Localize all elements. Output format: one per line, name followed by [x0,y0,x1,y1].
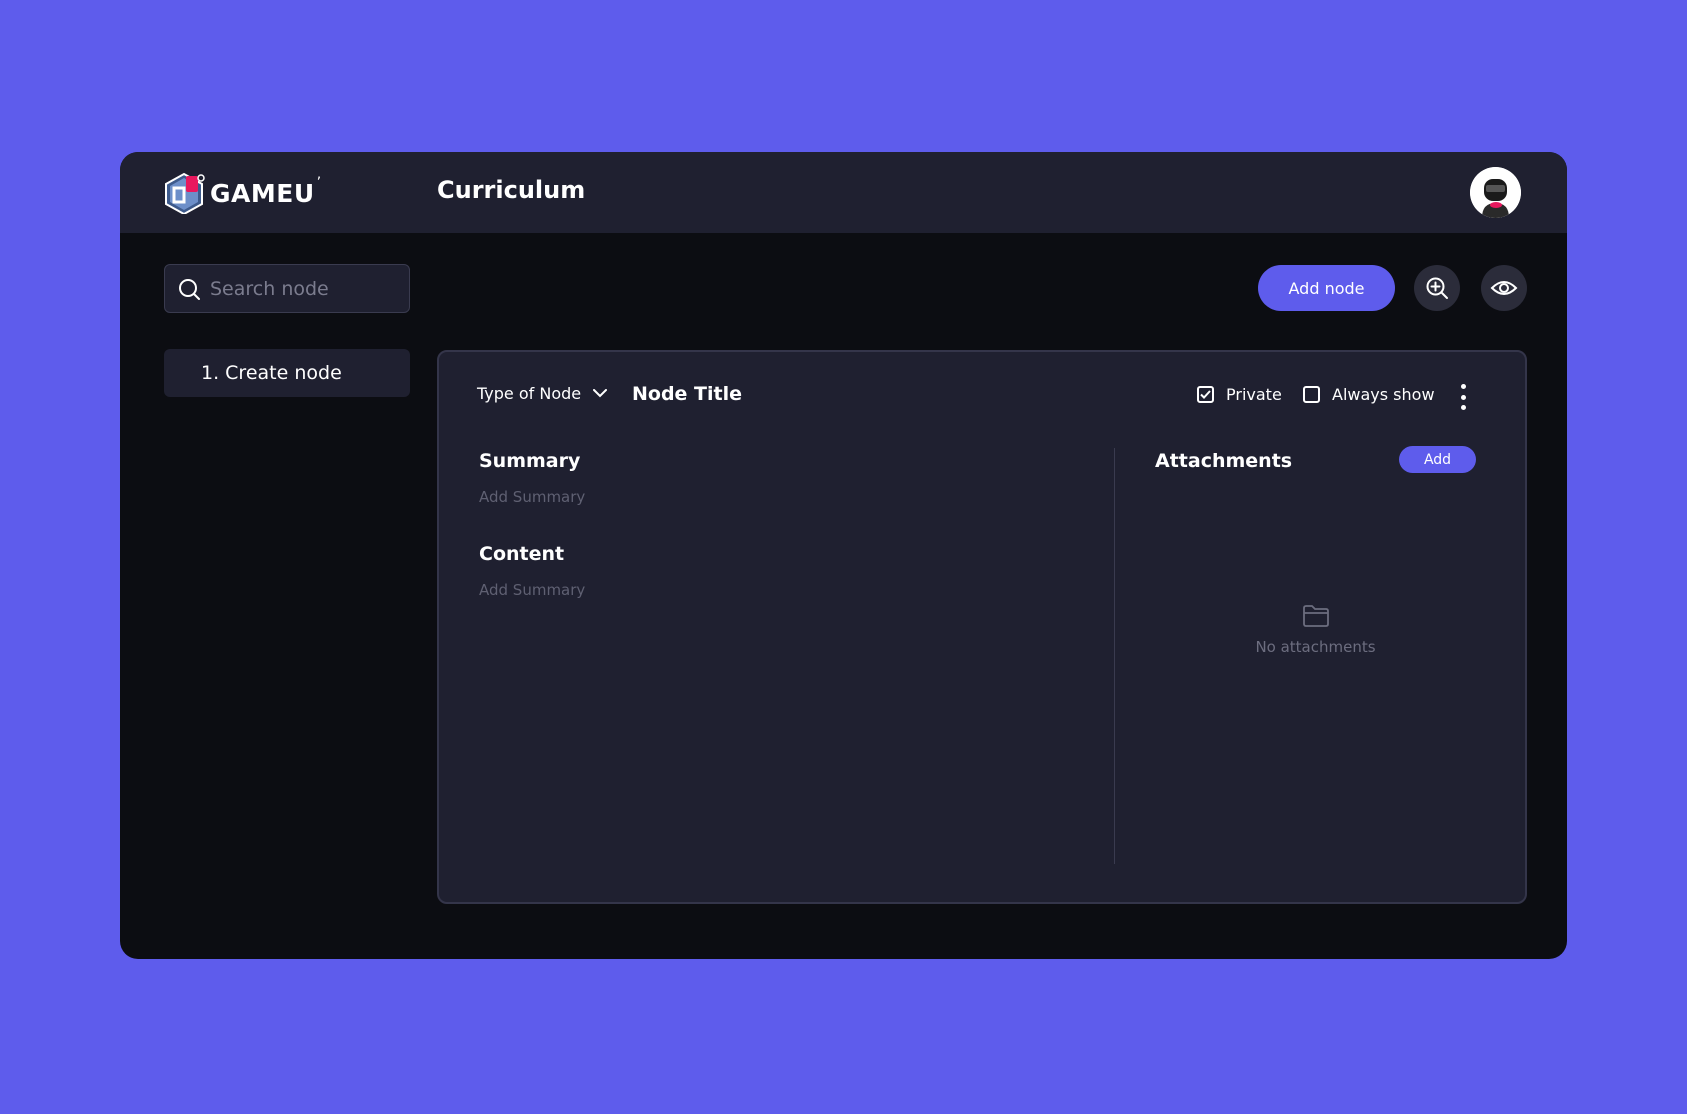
add-attachment-button[interactable]: Add [1399,446,1476,473]
add-node-button[interactable]: Add node [1258,265,1395,311]
always-show-checkbox-box[interactable] [1303,386,1320,403]
private-label: Private [1226,385,1282,404]
private-checkbox[interactable]: Private [1197,385,1282,404]
user-avatar[interactable] [1470,167,1521,218]
attachments-empty-state: No attachments [1155,604,1476,656]
top-bar: GAMEU ’ Curriculum [120,152,1567,233]
attachments-heading: Attachments [1155,450,1293,472]
eye-icon [1490,281,1518,295]
checkmark-icon [1200,390,1211,399]
app-window: GAMEU ’ Curriculum 1. Create node Add no… [120,152,1567,959]
node-title-field[interactable]: Node Title [632,383,742,405]
node-editor-panel: Type of Node Node Title Private Always s… [437,350,1527,904]
zoom-in-icon [1426,277,1448,299]
folder-icon [1302,605,1329,627]
summary-input[interactable]: Add Summary [479,488,585,506]
logo-text: GAMEU [210,178,315,208]
sidebar-item-create-node[interactable]: 1. Create node [164,349,410,397]
logo-mark-icon [165,172,205,214]
content-input[interactable]: Add Summary [479,581,585,599]
user-avatar-icon [1470,167,1521,218]
panel-divider [1114,448,1115,864]
logo-accent-mark: ’ [316,175,322,191]
chevron-down-icon [593,389,608,398]
preview-button[interactable] [1481,265,1527,311]
page-title: Curriculum [437,176,586,204]
private-checkbox-box[interactable] [1197,386,1214,403]
node-type-label: Type of Node [477,384,582,403]
always-show-label: Always show [1332,385,1435,404]
logo[interactable]: GAMEU ’ [164,172,321,214]
summary-heading: Summary [479,450,581,472]
node-type-select[interactable]: Type of Node [477,384,608,403]
sidebar-item-label: 1. Create node [201,362,342,384]
search-icon [179,278,200,300]
search-box[interactable] [164,264,410,313]
content-heading: Content [479,543,565,565]
no-attachments-text: No attachments [1255,638,1376,656]
always-show-checkbox[interactable]: Always show [1303,385,1435,404]
zoom-in-button[interactable] [1414,265,1460,311]
search-input[interactable] [210,277,400,300]
more-options-icon[interactable] [1458,384,1468,410]
